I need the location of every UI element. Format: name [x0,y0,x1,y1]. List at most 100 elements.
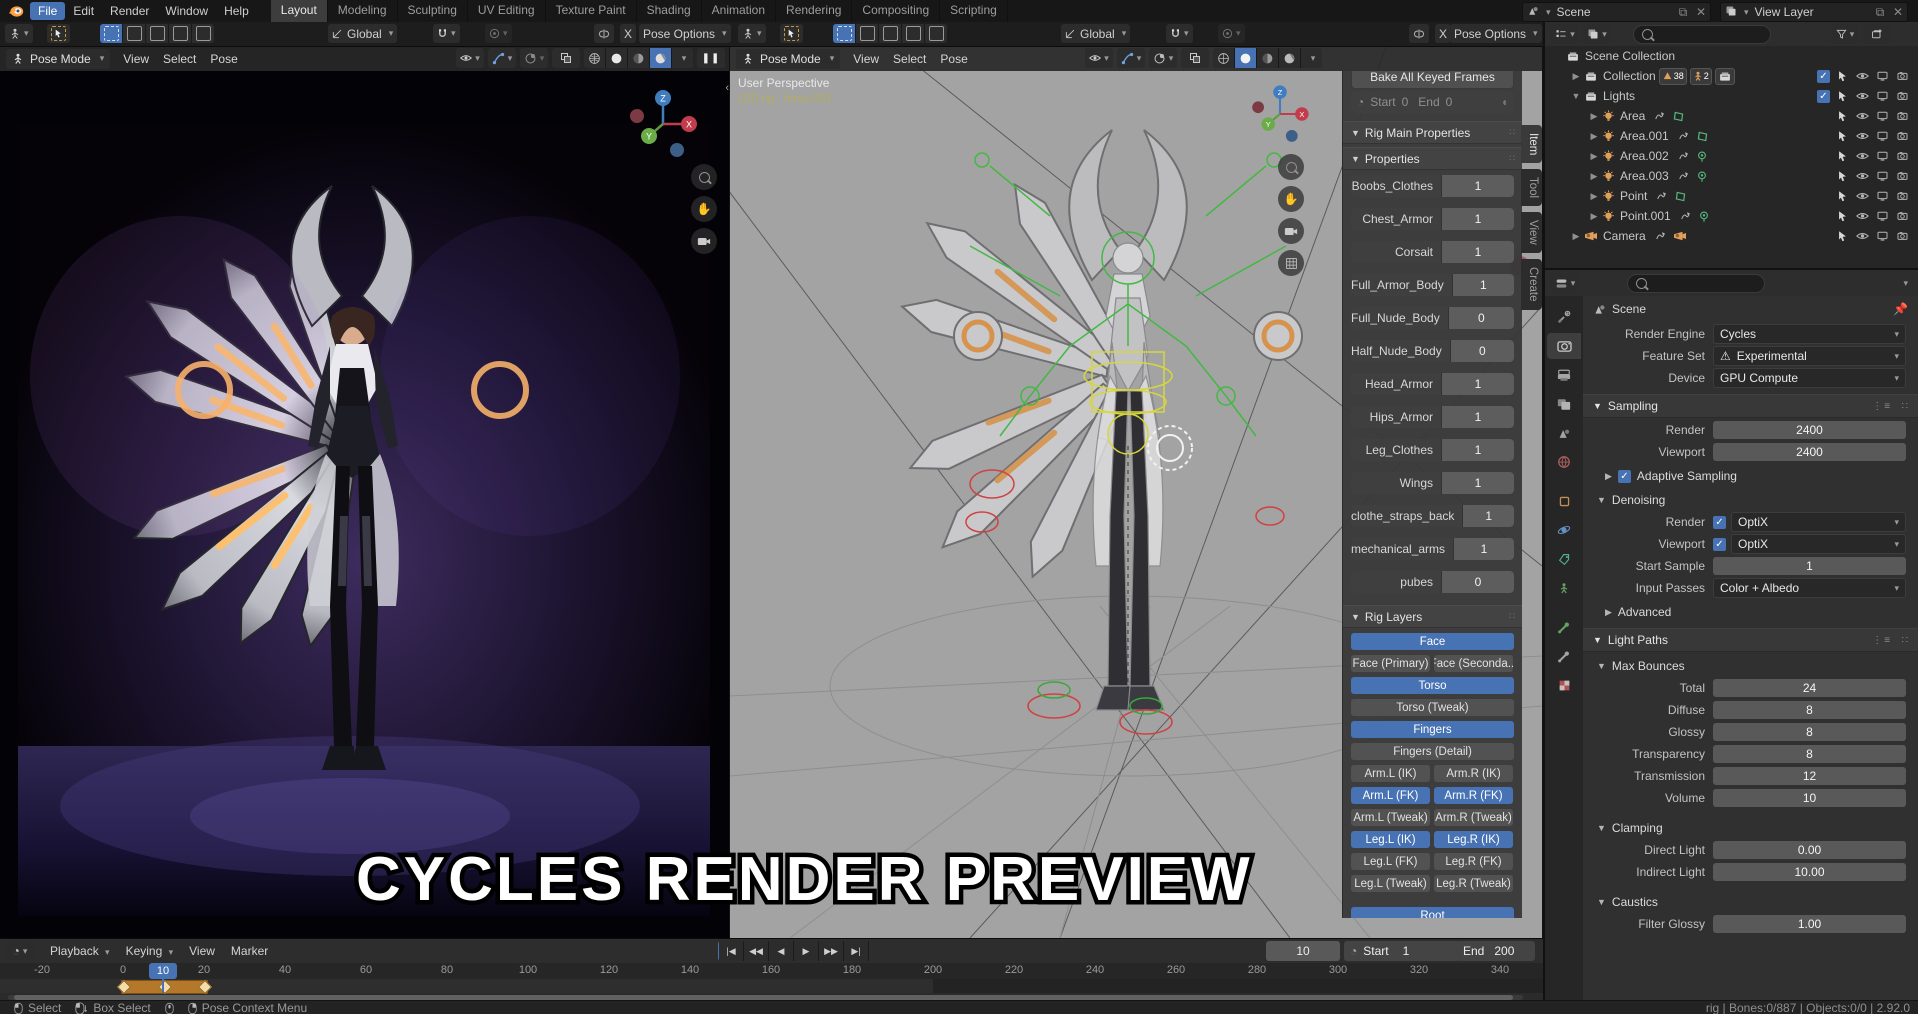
rig-layer-arm-r-tweak-[interactable]: Arm.R (Tweak) [1434,809,1513,826]
adaptive-sampling-row[interactable]: ▶ ✓ Adaptive Sampling [1605,466,1918,486]
expand-arrow-icon[interactable]: ▶ [1587,191,1601,202]
frame-end-field[interactable]: End200 [1455,941,1535,961]
selectable-toggle[interactable] [1834,208,1850,224]
max-bounces-value-field[interactable]: 24 [1713,679,1906,697]
sidebar-tab-item[interactable]: Item [1521,125,1542,163]
pose-options-dropdown-left[interactable]: Pose Options▾ [639,24,731,43]
render-disable-toggle[interactable] [1894,128,1910,144]
adaptive-sampling-checkbox[interactable]: ✓ [1618,470,1631,483]
pose-options-dropdown-right[interactable]: Pose Options▾ [1450,24,1542,43]
expand-arrow-icon[interactable]: ▶ [1587,171,1601,182]
rig-property-value[interactable]: 1 [1452,274,1514,296]
rig-layer-arm-r-ik-[interactable]: Arm.R (IK) [1434,765,1513,782]
expand-arrow-icon[interactable]: ▶ [1587,211,1601,222]
rig-layer-leg-r-tweak-[interactable]: Leg.R (Tweak) [1434,875,1513,892]
shading-material-button[interactable] [628,48,650,68]
viewport-disable-toggle[interactable] [1874,88,1890,104]
properties-tab-output[interactable] [1547,362,1581,388]
menu-edit[interactable]: Edit [65,2,102,20]
pin-icon[interactable]: 📌 [1893,302,1908,316]
max-bounces-subpanel-header[interactable]: ▼Max Bounces [1597,656,1918,676]
outliner-row-lights[interactable]: ▼Lights✓ [1545,86,1918,106]
axis-gizmo-left[interactable]: Z X Y [625,86,701,162]
bake-all-keyed-frames-button[interactable]: Bake All Keyed Frames [1351,71,1514,89]
rig-layer-arm-l-tweak-[interactable]: Arm.L (Tweak) [1351,809,1430,826]
mode-icon-dropdown-right[interactable]: ▾ [738,24,766,43]
max-bounces-value-field[interactable]: 8 [1713,745,1906,763]
viewport-disable-toggle[interactable] [1874,128,1890,144]
delete-scene-button[interactable]: ✕ [1692,5,1710,19]
properties-search-input[interactable] [1627,274,1765,293]
timeline-menu-marker[interactable]: Marker [223,942,276,960]
clamping-value-field[interactable]: 10.00 [1713,863,1906,881]
rig-property-value[interactable]: 0 [1448,307,1514,329]
denoise-render-checkbox[interactable]: ✓ [1713,516,1726,529]
properties-tab-world[interactable] [1547,449,1581,475]
next-keyframe-button[interactable]: ▶▶ [819,941,844,961]
properties-tab-scene[interactable] [1547,420,1581,446]
viewport-disable-toggle[interactable] [1874,108,1890,124]
selectable-toggle[interactable] [1834,148,1850,164]
max-bounces-value-field[interactable]: 10 [1713,789,1906,807]
new-collection-button[interactable] [1863,24,1891,44]
expand-arrow-icon[interactable]: ▼ [1569,91,1583,101]
axis-gizmo-right[interactable]: Z X Y [1248,82,1312,146]
frame-range-row[interactable]: ◔ Start0 End0 ◖ [1351,91,1514,113]
selectable-toggle[interactable] [1834,188,1850,204]
hide-toggle[interactable] [1854,168,1870,184]
select-mode-3-right[interactable] [902,24,925,43]
select-mode-4-left[interactable] [192,24,214,43]
outliner-row-point-001[interactable]: ▶Point.001 [1545,206,1918,226]
shading-dropdown[interactable]: ▾ [1301,48,1322,68]
camera-view-button-left[interactable] [691,228,717,254]
rig-layer-torso[interactable]: Torso [1351,677,1514,694]
hide-toggle[interactable] [1854,208,1870,224]
viewport-disable-toggle[interactable] [1874,188,1890,204]
render-disable-toggle[interactable] [1894,168,1910,184]
shading-rendered-button[interactable] [650,48,672,68]
shading-material-button[interactable] [1257,48,1279,68]
active-tool-button-left[interactable] [47,24,70,43]
xray-toggle[interactable] [552,48,580,68]
timeline-menu-playback[interactable]: Playback ▾ [42,942,118,960]
pause-render-button[interactable]: ❚❚ [697,48,725,68]
outliner-row-area[interactable]: ▶Area [1545,106,1918,126]
sidebar-tab-create[interactable]: Create [1521,259,1542,310]
mirror-x-toggle-left[interactable]: X [620,24,636,43]
select-mode-4-right[interactable] [925,24,947,43]
outliner-row-area-003[interactable]: ▶Area.003 [1545,166,1918,186]
gizmos-dropdown[interactable]: ▾ [488,48,516,68]
orientation-dropdown-left[interactable]: Global▾ [328,24,397,43]
expand-arrow-icon[interactable]: ▶ [1587,151,1601,162]
expand-arrow-icon[interactable]: ▶ [1569,231,1583,242]
prev-keyframe-button[interactable]: ◀◀ [744,941,769,961]
frame-start-field[interactable]: ◔Start1 [1344,941,1458,961]
rig-property-value[interactable]: 1 [1462,505,1514,527]
device-dropdown[interactable]: GPU Compute▾ [1713,368,1906,388]
render-disable-toggle[interactable] [1894,148,1910,164]
outliner-funnel-filter[interactable]: ▾ [1831,24,1859,44]
pan-hand-button-right[interactable]: ✋ [1278,186,1304,212]
rig-layer-face-seconda-[interactable]: Face (Seconda... [1434,655,1513,672]
selectable-toggle[interactable] [1834,108,1850,124]
proportional-edit-dropdown-right[interactable]: ▾ [1218,24,1245,43]
sidebar-tab-tool[interactable]: Tool [1521,169,1542,206]
outliner-row-camera[interactable]: ▶Camera [1545,226,1918,246]
hide-toggle[interactable] [1854,88,1870,104]
render-disable-toggle[interactable] [1894,108,1910,124]
workspace-tab-sculpting[interactable]: Sculpting [398,0,468,22]
selectable-toggle[interactable] [1834,168,1850,184]
properties-tab-tool[interactable] [1547,304,1581,330]
rig-property-value[interactable]: 1 [1453,538,1514,560]
timeline-menu-view[interactable]: View [181,942,223,960]
xray-toggle[interactable] [1181,48,1209,68]
hide-toggle[interactable] [1854,228,1870,244]
outliner-display-mode-dropdown[interactable]: ▾ [1551,24,1579,44]
rig-layers-panel-header[interactable]: ▼Rig Layers∷ [1343,605,1522,628]
menu-pose[interactable]: Pose [933,50,974,68]
outliner-filter-dropdown[interactable]: ▾ [1583,24,1611,44]
properties-tab-object[interactable] [1547,488,1581,514]
max-bounces-value-field[interactable]: 8 [1713,723,1906,741]
max-bounces-value-field[interactable]: 12 [1713,767,1906,785]
remove-view-layer-button[interactable]: ✕ [1889,5,1907,19]
